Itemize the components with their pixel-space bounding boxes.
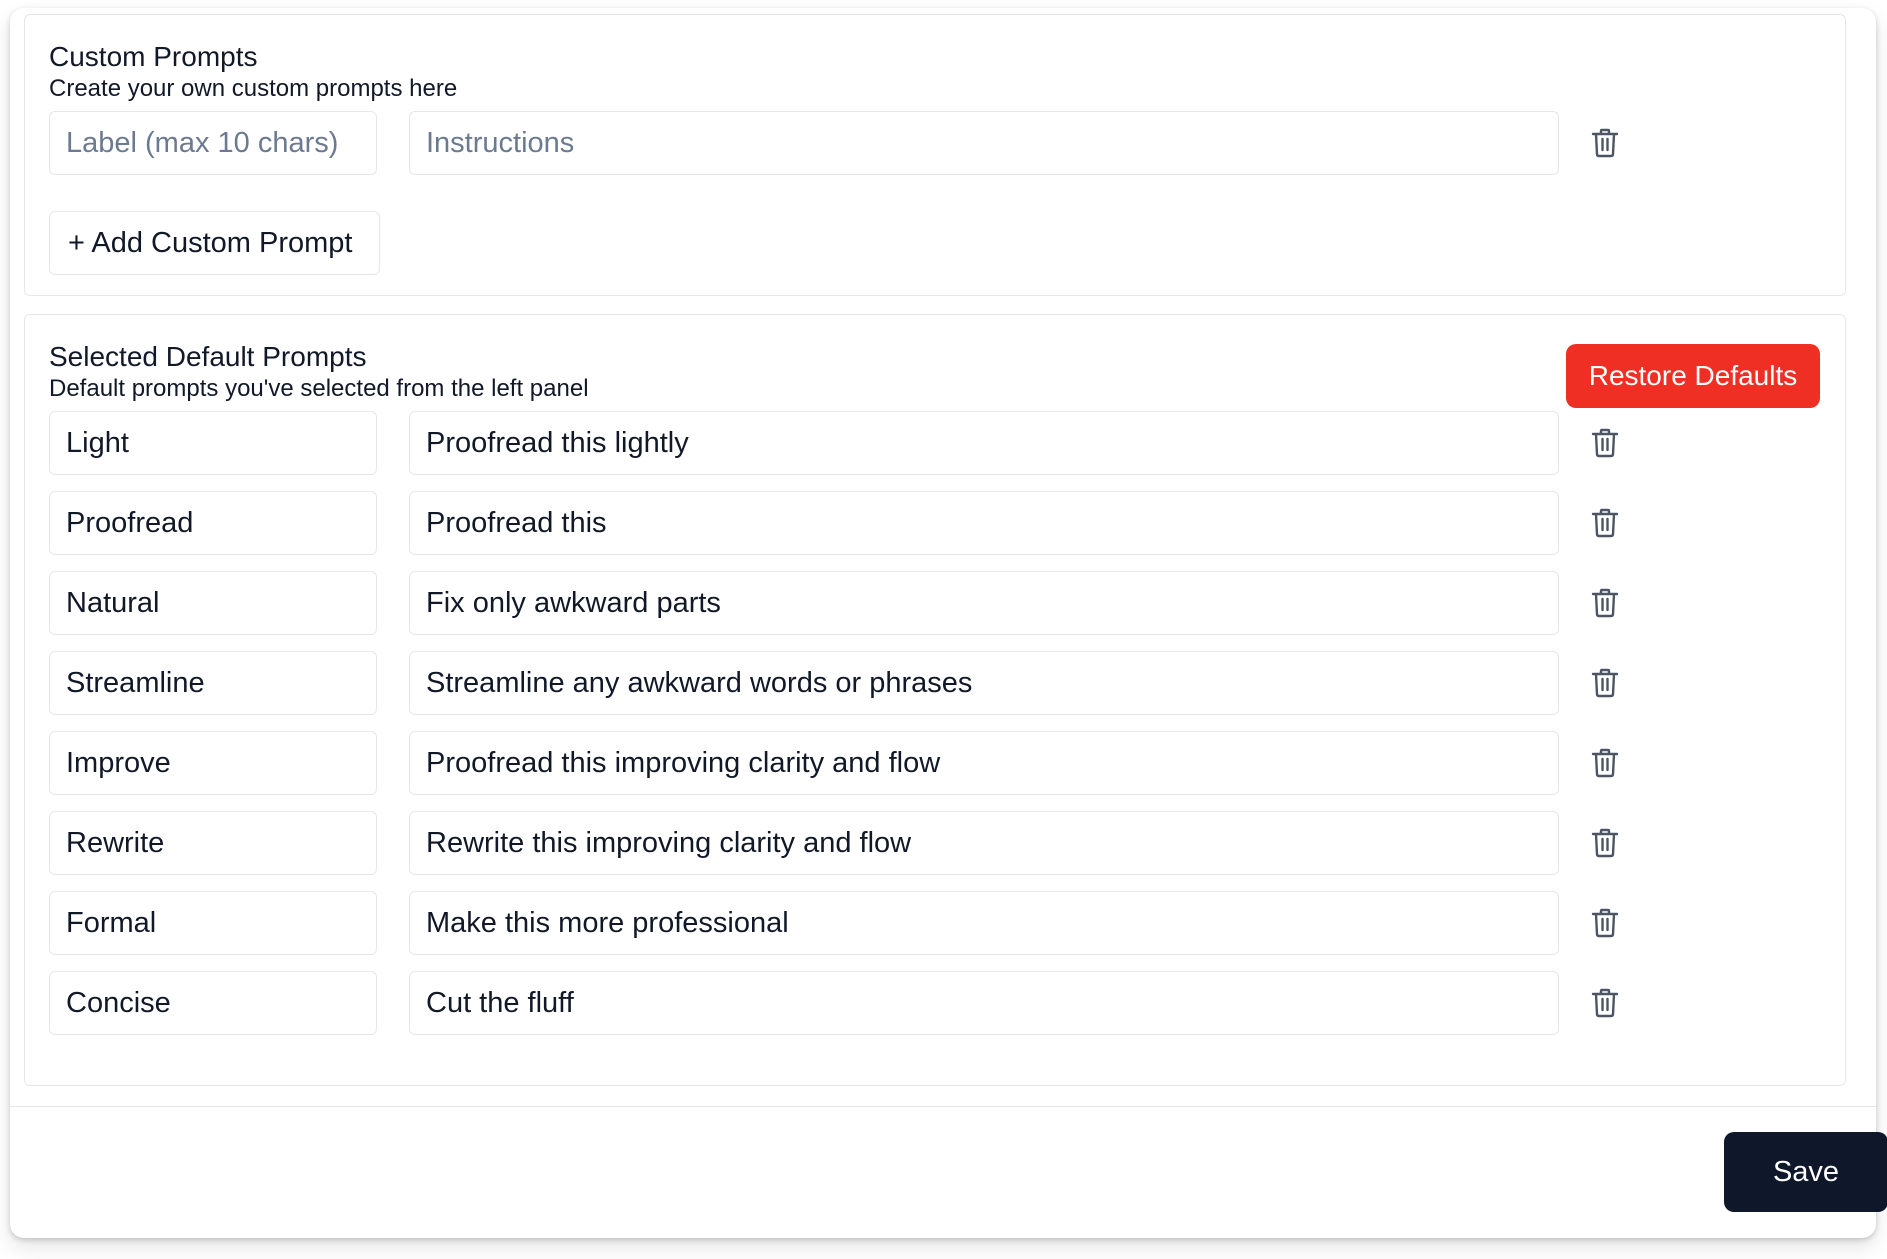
trash-icon bbox=[1591, 428, 1619, 458]
prompt-label-input[interactable] bbox=[49, 411, 377, 475]
prompt-label-input[interactable] bbox=[49, 571, 377, 635]
delete-custom-prompt-button[interactable] bbox=[1587, 125, 1623, 161]
default-prompt-row bbox=[49, 891, 1829, 955]
prompt-label-input[interactable] bbox=[49, 651, 377, 715]
save-button[interactable]: Save bbox=[1724, 1132, 1887, 1212]
delete-prompt-button[interactable] bbox=[1587, 825, 1623, 861]
trash-icon bbox=[1591, 508, 1619, 538]
delete-prompt-button[interactable] bbox=[1587, 665, 1623, 701]
delete-prompt-button[interactable] bbox=[1587, 905, 1623, 941]
prompt-label-input[interactable] bbox=[49, 491, 377, 555]
prompt-instructions-input[interactable] bbox=[409, 811, 1559, 875]
trash-icon bbox=[1591, 588, 1619, 618]
default-prompt-row bbox=[49, 491, 1829, 555]
section-subtitle: Create your own custom prompts here bbox=[49, 75, 458, 102]
restore-defaults-button[interactable]: Restore Defaults bbox=[1566, 344, 1820, 408]
delete-prompt-button[interactable] bbox=[1587, 745, 1623, 781]
trash-icon bbox=[1591, 748, 1619, 778]
default-prompt-row bbox=[49, 811, 1829, 875]
delete-prompt-button[interactable] bbox=[1587, 985, 1623, 1021]
trash-icon bbox=[1591, 828, 1619, 858]
prompt-instructions-input[interactable] bbox=[409, 731, 1559, 795]
custom-label-input[interactable] bbox=[49, 111, 377, 175]
add-custom-prompt-button[interactable]: + Add Custom Prompt bbox=[49, 211, 380, 275]
delete-prompt-button[interactable] bbox=[1587, 585, 1623, 621]
delete-prompt-button[interactable] bbox=[1587, 505, 1623, 541]
default-prompt-row bbox=[49, 651, 1829, 715]
custom-prompt-row bbox=[49, 111, 1829, 175]
prompt-instructions-input[interactable] bbox=[409, 411, 1559, 475]
section-title: Selected Default Prompts bbox=[49, 341, 367, 372]
section-subtitle: Default prompts you've selected from the… bbox=[49, 375, 589, 402]
custom-prompts-section: Custom Prompts Create your own custom pr… bbox=[24, 14, 1846, 296]
custom-instructions-input[interactable] bbox=[409, 111, 1559, 175]
prompt-instructions-input[interactable] bbox=[409, 491, 1559, 555]
custom-prompts-dialog: Custom Prompts Create your own custom pr… bbox=[10, 8, 1887, 1238]
trash-icon bbox=[1591, 128, 1619, 158]
delete-prompt-button[interactable] bbox=[1587, 425, 1623, 461]
trash-icon bbox=[1591, 988, 1619, 1018]
prompt-label-input[interactable] bbox=[49, 731, 377, 795]
prompt-label-input[interactable] bbox=[49, 811, 377, 875]
prompt-instructions-input[interactable] bbox=[409, 891, 1559, 955]
trash-icon bbox=[1591, 908, 1619, 938]
trash-icon bbox=[1591, 668, 1619, 698]
default-prompts-section: Selected Default Prompts Default prompts… bbox=[24, 314, 1846, 1086]
prompt-instructions-input[interactable] bbox=[409, 651, 1559, 715]
prompt-instructions-input[interactable] bbox=[409, 971, 1559, 1035]
prompt-label-input[interactable] bbox=[49, 971, 377, 1035]
default-prompt-row bbox=[49, 971, 1829, 1035]
prompt-instructions-input[interactable] bbox=[409, 571, 1559, 635]
default-prompt-row bbox=[49, 571, 1829, 635]
default-prompt-row bbox=[49, 411, 1829, 475]
prompt-label-input[interactable] bbox=[49, 891, 377, 955]
default-prompt-row bbox=[49, 731, 1829, 795]
section-title: Custom Prompts bbox=[49, 41, 258, 72]
footer-divider bbox=[10, 1106, 1876, 1107]
